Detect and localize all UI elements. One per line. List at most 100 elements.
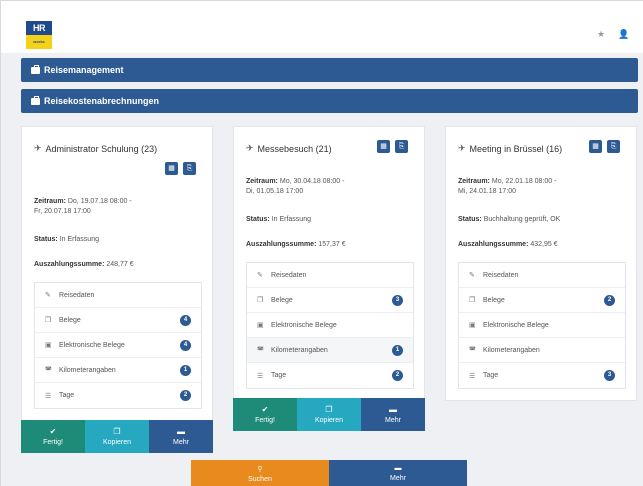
mehr-bottom-button[interactable]: ▬ Mehr [329,460,467,486]
count-badge: 3 [604,370,615,381]
list-item-belege[interactable]: ❐ Belege 2 [459,288,625,313]
app-frame: HR works ★ 👤 Reisemanagement Reisekosten… [0,0,643,486]
zeitraum: Zeitraum: Do, 19.07.18 08:00 - Fr, 20.07… [34,197,132,217]
mehr-label: Mehr [385,417,401,424]
fertig-button[interactable]: ✔ Fertig! [233,398,297,431]
list-item-kilometerangaben[interactable]: ◚ Kilometerangaben 1 [35,358,201,383]
list-item-kilometerangaben[interactable]: ◚ Kilometerangaben [459,338,625,363]
bottom-action-bar: ⚲ Suchen ▬ Mehr [191,460,467,486]
list-item-kilometerangaben[interactable]: ◚ Kilometerangaben 1 [247,338,413,363]
row-label: Belege [59,316,81,324]
zeitraum-label: Zeitraum: [246,178,278,185]
calendar-icon[interactable]: ▦ [589,140,602,153]
edit-icon: ✎ [45,292,51,299]
header-icons: ★ 👤 [596,29,629,40]
copy-icon: ❐ [469,297,476,304]
count-badge: 1 [392,345,403,356]
mehr-button[interactable]: ▬ Mehr [361,398,425,431]
list-item-belege[interactable]: ❐ Belege 3 [247,288,413,313]
check-icon: ✔ [49,427,57,436]
trip-card-3: ✈ Meeting in Brüssel (16) ▦ ⎘ Zeitraum: … [445,126,637,401]
nav-reisemanagement-label: Reisemanagement [44,65,124,75]
kopieren-button[interactable]: ❐ Kopieren [85,420,149,453]
trip-sections-list: ✎ Reisedaten ❐ Belege 4 ▣ Elektronische Bele… [34,282,202,409]
mehr-label: Mehr [173,439,189,446]
row-label: Tage [59,392,75,399]
list-item-elektronische-belege[interactable]: ▣ Elektronische Belege 4 [35,333,201,358]
zeitraum-label: Zeitraum: [458,178,490,185]
logo-top: HR [26,21,52,35]
count-badge: 2 [180,390,191,401]
status-value: Buchhaltung geprüft, OK [483,216,561,223]
list-item-elektronische-belege[interactable]: ▣ Elektronische Belege [459,313,625,338]
mehr-bottom-label: Mehr [390,475,406,482]
logo[interactable]: HR works [26,21,52,49]
count-badge: 2 [392,370,403,381]
zeitraum-label: Zeitraum: [34,198,66,205]
document-icon[interactable]: ⎘ [607,140,620,153]
count-badge: 2 [604,295,615,306]
briefcase-icon [31,64,40,74]
star-icon[interactable]: ★ [596,29,606,40]
table-icon: ☰ [469,372,476,380]
row-label: Elektronische Belege [59,341,125,349]
auszahlungssumme: Auszahlungssumme: 157,37 € [246,240,346,250]
zeitraum-value-2: Mi, 24.01.18 17:00 [458,188,516,195]
kopieren-button[interactable]: ❐ Kopieren [297,398,361,431]
list-item-reisedaten[interactable]: ✎ Reisedaten [247,263,413,288]
document-icon[interactable]: ⎘ [395,140,408,153]
row-label: Reisedaten [483,271,519,279]
zeitraum-value-2: Di, 01.05.18 17:00 [246,188,304,195]
list-item-tage[interactable]: ☰ Tage 2 [35,383,201,408]
zeitraum-value-2: Fr, 20.07.18 17:00 [34,208,91,215]
car-icon: ◚ [469,347,476,354]
zeitraum-value: Do, 19.07.18 08:00 - [67,198,132,205]
count-badge: 1 [180,365,191,376]
list-item-tage[interactable]: ☰ Tage 2 [247,363,413,388]
count-badge: 4 [180,315,191,326]
header: HR works ★ 👤 [1,1,643,53]
count-badge: 3 [392,295,403,306]
summe-label: Auszahlungssumme: [458,241,529,248]
status-label: Status: [246,216,270,223]
list-item-reisedaten[interactable]: ✎ Reisedaten [35,283,201,308]
row-label: Kilometerangaben [483,346,540,354]
plane-icon: ✈ [246,143,254,153]
image-icon: ▣ [45,342,52,349]
list-item-elektronische-belege[interactable]: ▣ Elektronische Belege [247,313,413,338]
copy-icon: ❐ [257,297,264,304]
row-label: Reisedaten [59,291,95,299]
copy-icon: ❐ [325,405,333,414]
document-icon[interactable]: ⎘ [183,162,196,175]
kopieren-label: Kopieren [314,417,344,424]
nav-reisemanagement[interactable]: Reisemanagement [21,58,638,82]
logo-bottom: works [26,35,52,49]
image-icon: ▣ [469,322,476,329]
status: Status: In Erfassung [246,215,311,225]
list-item-belege[interactable]: ❐ Belege 4 [35,308,201,333]
row-label: Kilometerangaben [59,366,116,374]
suchen-button[interactable]: ⚲ Suchen [191,460,329,486]
edit-icon: ✎ [469,272,475,279]
card-1-actions: ✔ Fertig! ❐ Kopieren ▬ Mehr [21,420,213,453]
image-icon: ▣ [257,322,264,329]
calendar-icon[interactable]: ▦ [165,162,178,175]
fertig-button[interactable]: ✔ Fertig! [21,420,85,453]
fertig-label: Fertig! [255,417,275,424]
auszahlungssumme: Auszahlungssumme: 432,95 € [458,240,558,250]
nav-reisekostenabrechnungen[interactable]: Reisekostenabrechnungen [21,89,638,113]
search-icon: ⚲ [257,465,263,473]
row-label: Elektronische Belege [271,321,337,329]
calendar-icon[interactable]: ▦ [377,140,390,153]
car-icon: ◚ [45,367,52,374]
mehr-button[interactable]: ▬ Mehr [149,420,213,453]
user-icon[interactable]: 👤 [618,29,629,40]
kopieren-label: Kopieren [102,439,132,446]
edit-icon: ✎ [257,272,263,279]
list-item-reisedaten[interactable]: ✎ Reisedaten [459,263,625,288]
row-label: Kilometerangaben [271,346,328,354]
row-label: Belege [483,296,505,304]
list-item-tage[interactable]: ☰ Tage 3 [459,363,625,388]
briefcase-icon [31,95,40,105]
zeitraum: Zeitraum: Mo, 30.04.18 08:00 - Di, 01.05… [246,177,344,197]
